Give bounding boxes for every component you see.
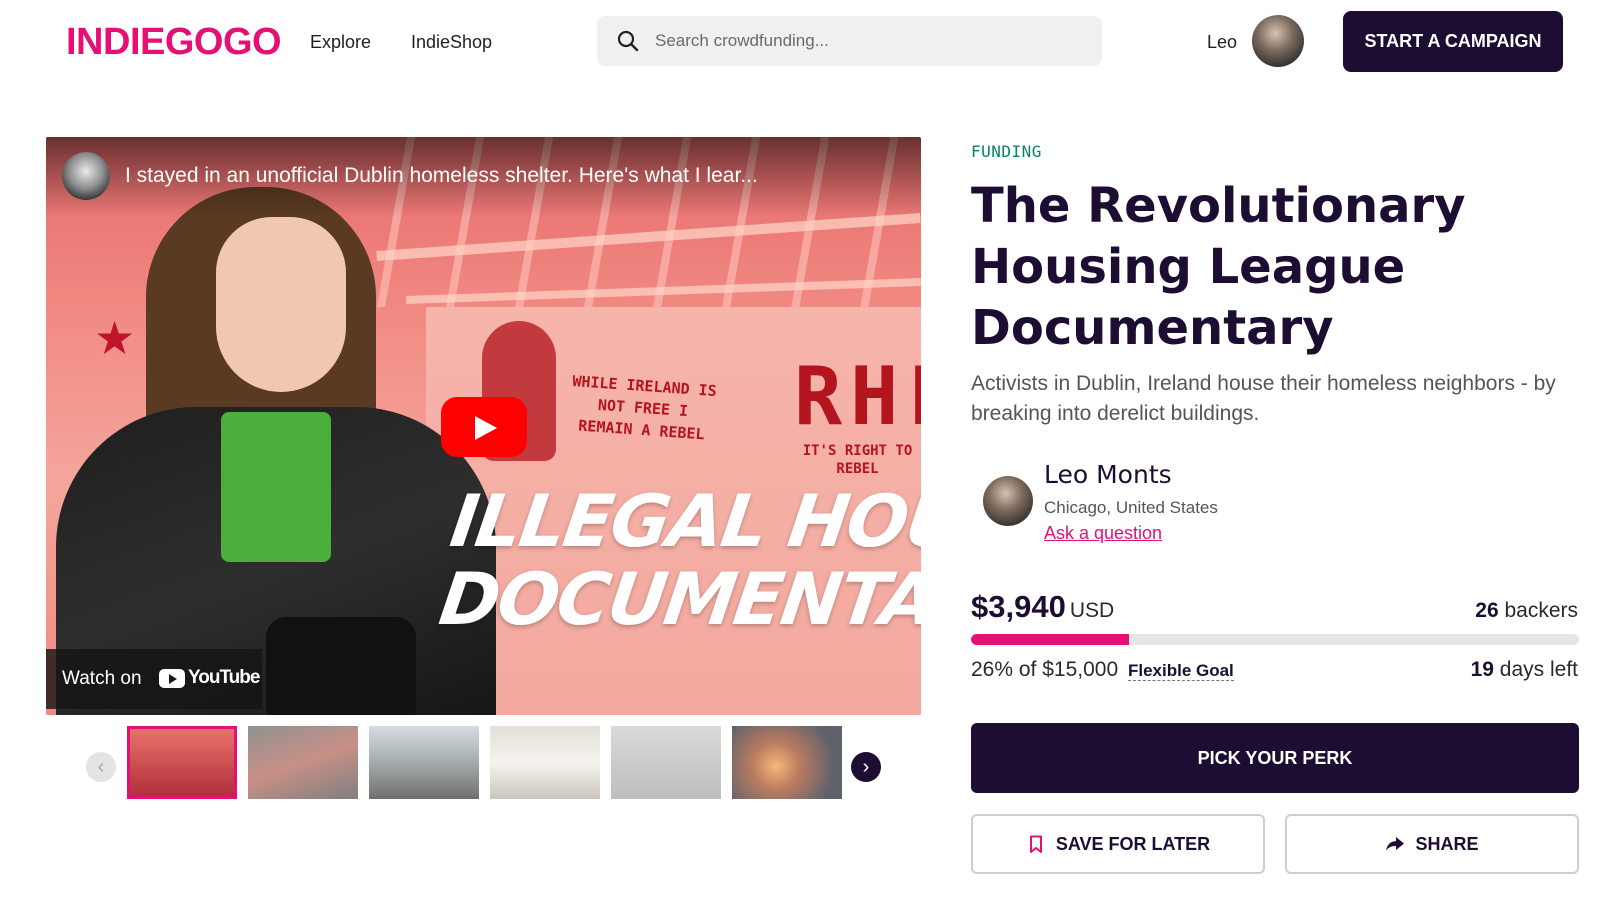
share-arrow-icon (1386, 837, 1405, 851)
thumbnail-next-button[interactable]: › (851, 752, 881, 782)
nav-indieshop-link[interactable]: IndieShop (411, 30, 492, 54)
share-button[interactable]: SHARE (1285, 814, 1579, 874)
video-wall-letters: RHL (794, 350, 921, 443)
gallery-thumbnail[interactable] (732, 726, 842, 799)
gallery-thumbnail[interactable] (490, 726, 600, 799)
watch-on-youtube-button[interactable]: Watch on YouTube (46, 649, 262, 709)
funding-amount-value: $3,940 (971, 589, 1066, 624)
gallery-thumbnail[interactable] (248, 726, 358, 799)
owner-avatar[interactable] (983, 476, 1033, 526)
backers-number: 26 (1475, 599, 1499, 622)
backers-label: backers (1504, 599, 1578, 622)
funding-amount: $3,940 USD (971, 588, 1114, 632)
campaign-title: The Revolutionary Housing League Documen… (971, 178, 1466, 356)
owner-location: Chicago, United States (1044, 498, 1218, 517)
save-for-later-button[interactable]: SAVE FOR LATER (971, 814, 1265, 874)
gallery-thumbnail[interactable] (127, 726, 237, 799)
campaign-status-label: FUNDING (971, 142, 1042, 161)
video-title[interactable]: I stayed in an unofficial Dublin homeles… (125, 162, 758, 190)
watch-on-label: Watch on (62, 668, 142, 689)
user-avatar[interactable] (1252, 15, 1304, 67)
gallery-thumbnail[interactable] (611, 726, 721, 799)
video-overlay-line-2: DOCUMENTARY (434, 557, 921, 641)
funding-percent-text: 26% of $15,000 (971, 658, 1119, 681)
indiegogo-logo[interactable]: INDIEGOGO (66, 20, 282, 64)
days-left-number: 19 (1470, 658, 1494, 681)
search-icon (617, 30, 639, 52)
funding-progress-fill (971, 634, 1130, 645)
search-input[interactable] (655, 25, 1075, 57)
video-player[interactable]: ★ WHILE IRELAND IS NOT FREE I REMAIN A R… (46, 137, 921, 715)
video-overlay-title: ILLEGAL HOUSIN DOCUMENTARY (434, 479, 921, 641)
nav-explore-link[interactable]: Explore (310, 30, 371, 54)
bookmark-icon (1029, 835, 1042, 853)
channel-avatar[interactable] (62, 152, 110, 200)
save-for-later-label: SAVE FOR LATER (1055, 833, 1211, 854)
gallery-thumbnail[interactable] (369, 726, 479, 799)
camera-icon (266, 617, 416, 715)
funding-progress-bar (971, 634, 1579, 645)
days-left: 19 days left (1471, 657, 1578, 683)
days-left-label: days left (1499, 658, 1578, 681)
backers-count: 26 backers (1475, 598, 1578, 624)
thumbnail-prev-button[interactable]: ‹ (86, 752, 116, 782)
owner-name[interactable]: Leo Monts (1044, 460, 1172, 490)
user-name-link[interactable]: Leo (1207, 30, 1237, 54)
search-bar[interactable] (597, 16, 1102, 66)
video-overlay-line-1: ILLEGAL HOUSIN (445, 479, 921, 563)
video-person-shirt (221, 412, 331, 562)
video-top-bar: I stayed in an unofficial Dublin homeles… (46, 137, 921, 217)
share-label: SHARE (1415, 833, 1479, 854)
video-wall-caption: IT'S RIGHT TO REBEL (802, 443, 913, 477)
site-header: INDIEGOGO Explore IndieShop Leo START A … (0, 0, 1612, 84)
play-button[interactable] (441, 397, 527, 457)
start-campaign-button[interactable]: START A CAMPAIGN (1343, 11, 1563, 72)
youtube-wordmark: YouTube (188, 667, 260, 688)
flexible-goal-tooltip[interactable]: Flexible Goal (1127, 661, 1234, 681)
pick-your-perk-button[interactable]: PICK YOUR PERK (971, 723, 1579, 793)
campaign-description: Activists in Dublin, Ireland house their… (971, 372, 1556, 425)
ask-question-link[interactable]: Ask a question (1044, 522, 1162, 544)
funding-percent: 26% of $15,000 Flexible Goal (971, 657, 1234, 684)
video-wall-slogan: WHILE IRELAND IS NOT FREE I REMAIN A REB… (571, 372, 718, 444)
video-person-face (216, 217, 346, 392)
youtube-icon (159, 669, 185, 688)
funding-currency: USD (1069, 599, 1115, 622)
